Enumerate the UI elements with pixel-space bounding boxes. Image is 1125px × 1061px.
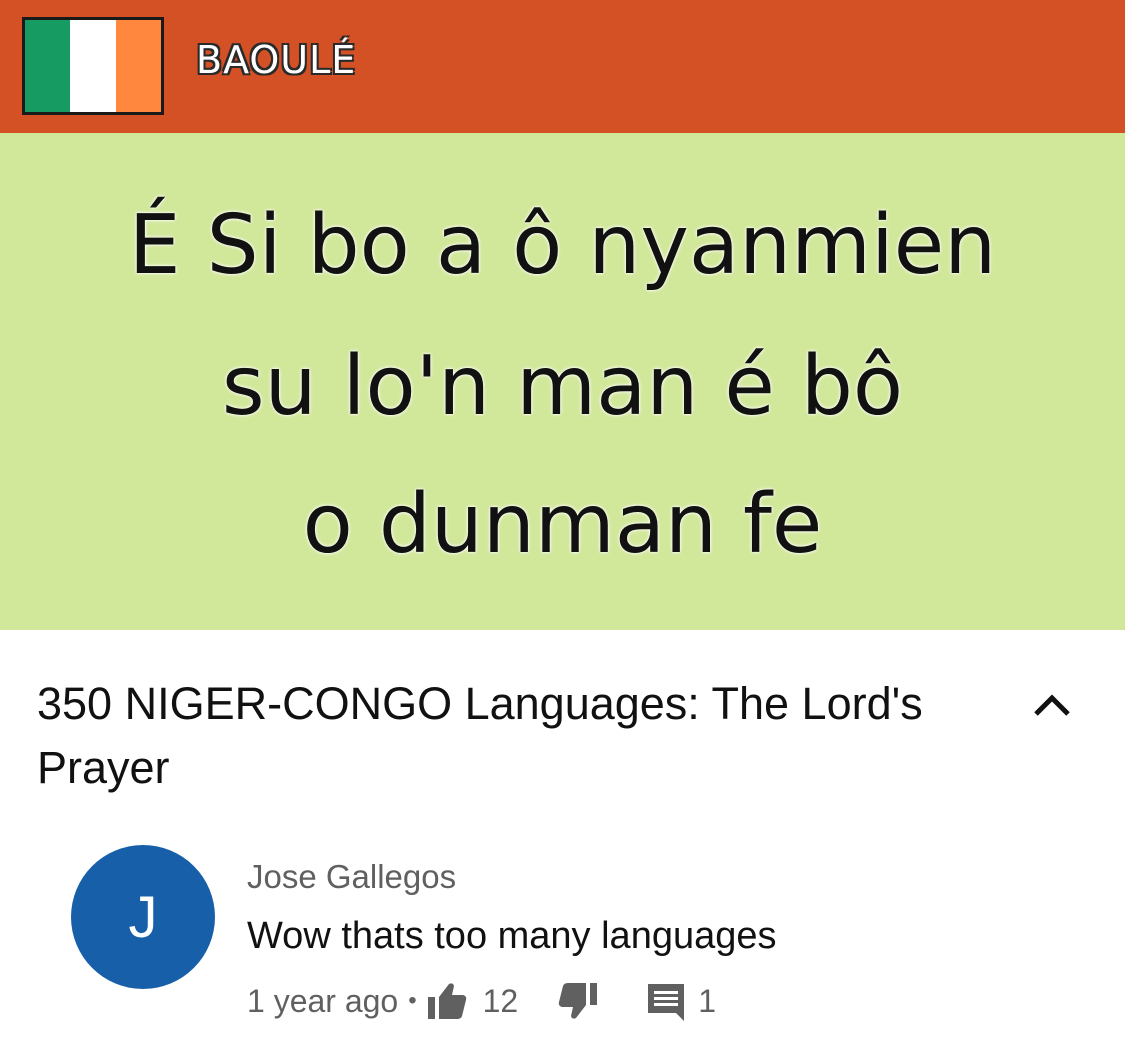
flag-stripe-white (70, 20, 116, 112)
prayer-line-2: su lo'n man é bô (221, 339, 904, 434)
language-banner: BAOULÉ (0, 0, 1125, 133)
collapse-description-button[interactable] (1030, 684, 1074, 728)
avatar-letter: J (128, 884, 158, 950)
chevron-up-icon (1034, 694, 1070, 716)
prayer-line-1: É Si bo a ô nyanmien (128, 198, 997, 293)
ivory-coast-flag-icon (22, 17, 164, 115)
language-label: BAOULÉ (196, 38, 357, 82)
comment-timestamp: 1 year ago (247, 982, 399, 1019)
prayer-text-panel: É Si bo a ô nyanmien su lo'n man é bô o … (0, 133, 1125, 630)
flag-stripe-orange (115, 20, 161, 112)
reply-count: 1 (698, 982, 717, 1019)
comment-icon[interactable] (644, 979, 688, 1023)
prayer-line-3: o dunman fe (302, 477, 823, 572)
thumbs-up-icon[interactable] (425, 979, 469, 1023)
comment-text: Wow thats too many languages (247, 915, 777, 957)
video-player[interactable]: BAOULÉ É Si bo a ô nyanmien su lo'n man … (0, 0, 1125, 630)
video-title: 350 NIGER-CONGO Languages: The Lord's Pr… (37, 678, 923, 793)
like-count: 12 (482, 982, 519, 1019)
flag-stripe-green (25, 20, 71, 112)
meta-separator: • (408, 987, 417, 1014)
thumbs-down-icon[interactable] (556, 979, 600, 1023)
comment-actions: 1 year ago • 12 1 (247, 978, 716, 1024)
avatar[interactable]: J (71, 845, 215, 989)
comment-author[interactable]: Jose Gallegos (247, 858, 456, 896)
